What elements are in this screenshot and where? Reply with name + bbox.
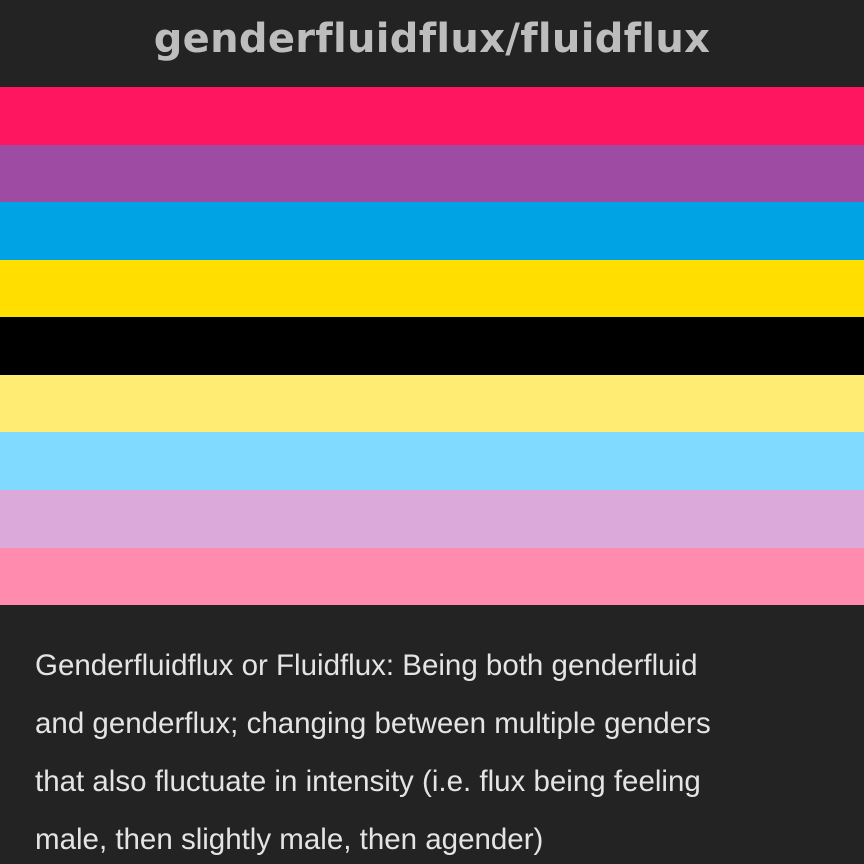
page-title: genderfluidflux/fluidflux [153,15,711,62]
description-line-1: Genderfluidflux or Fluidflux: Being both… [35,649,698,682]
title-bar: genderfluidflux/fluidflux [0,0,864,87]
flag-stripe-8 [0,489,864,548]
description-line-2: and genderflux; changing between multipl… [35,707,711,740]
flag-stripe-1 [0,87,864,145]
description-text: Genderfluidflux or Fluidflux: Being both… [35,637,855,864]
pride-flag [0,87,864,606]
flag-stripe-7 [0,432,864,490]
description-line-4: male, then slightly male, then agender) [35,823,544,856]
flag-stripe-5 [0,317,864,375]
description-line-3: that also fluctuate in intensity (i.e. f… [35,765,701,798]
flag-stripe-2 [0,144,864,203]
flag-stripe-4 [0,259,864,318]
page: genderfluidflux/fluidflux Genderfluidflu… [0,0,864,864]
flag-stripe-6 [0,374,864,433]
flag-stripe-9 [0,547,864,606]
flag-stripe-3 [0,202,864,260]
